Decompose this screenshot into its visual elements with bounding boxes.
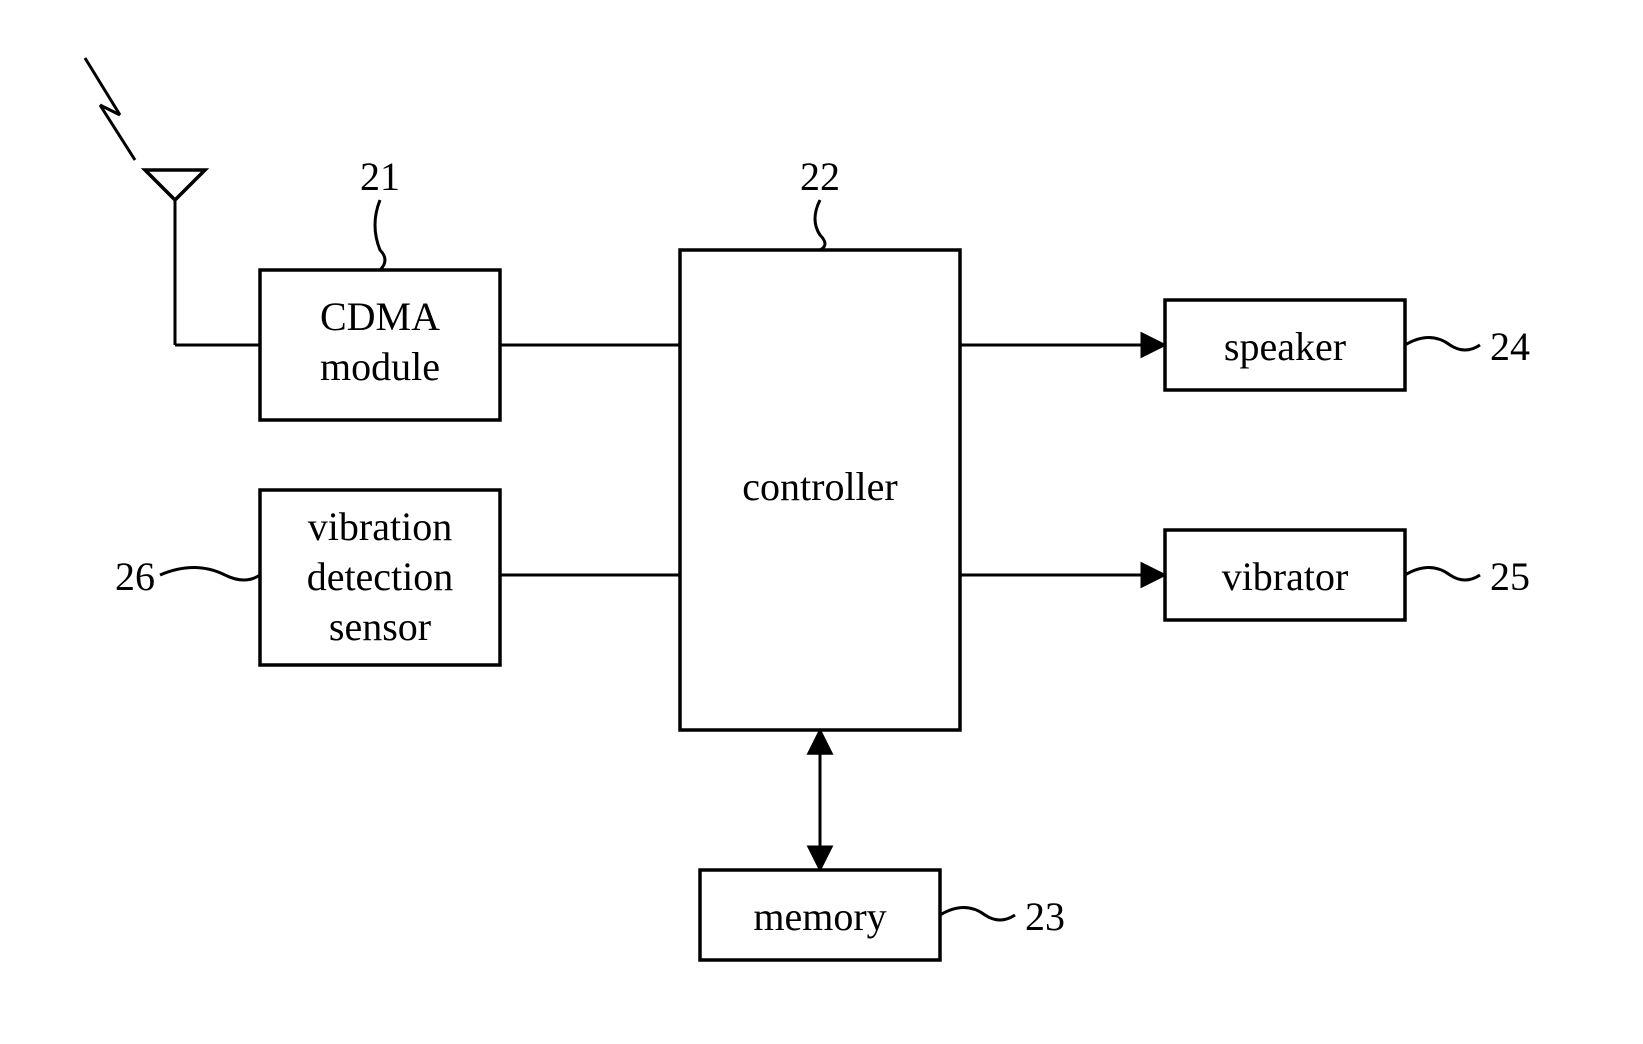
speaker-label: speaker	[1224, 324, 1346, 369]
vibsensor-label-2: detection	[307, 554, 454, 599]
controller-ref: 22	[800, 154, 840, 199]
block-diagram: CDMA module 21 vibration detection senso…	[0, 0, 1643, 1044]
controller-label: controller	[742, 464, 898, 509]
cdma-label-2: module	[320, 344, 440, 389]
cdma-ref: 21	[360, 154, 400, 199]
memory-block: memory	[700, 870, 940, 960]
memory-ref: 23	[1025, 894, 1065, 939]
controller-block: controller	[680, 250, 960, 730]
memory-label: memory	[753, 894, 886, 939]
vibrator-ref: 25	[1490, 554, 1530, 599]
speaker-ref: 24	[1490, 324, 1530, 369]
antenna-icon	[85, 58, 205, 345]
vibration-sensor-block: vibration detection sensor	[260, 490, 500, 665]
vibsensor-ref: 26	[115, 554, 155, 599]
cdma-label-1: CDMA	[320, 294, 440, 339]
vibsensor-label-3: sensor	[329, 604, 431, 649]
vibrator-block: vibrator	[1165, 530, 1405, 620]
vibrator-label: vibrator	[1222, 554, 1349, 599]
vibsensor-label-1: vibration	[308, 504, 452, 549]
cdma-module-block: CDMA module	[260, 270, 500, 420]
speaker-block: speaker	[1165, 300, 1405, 390]
